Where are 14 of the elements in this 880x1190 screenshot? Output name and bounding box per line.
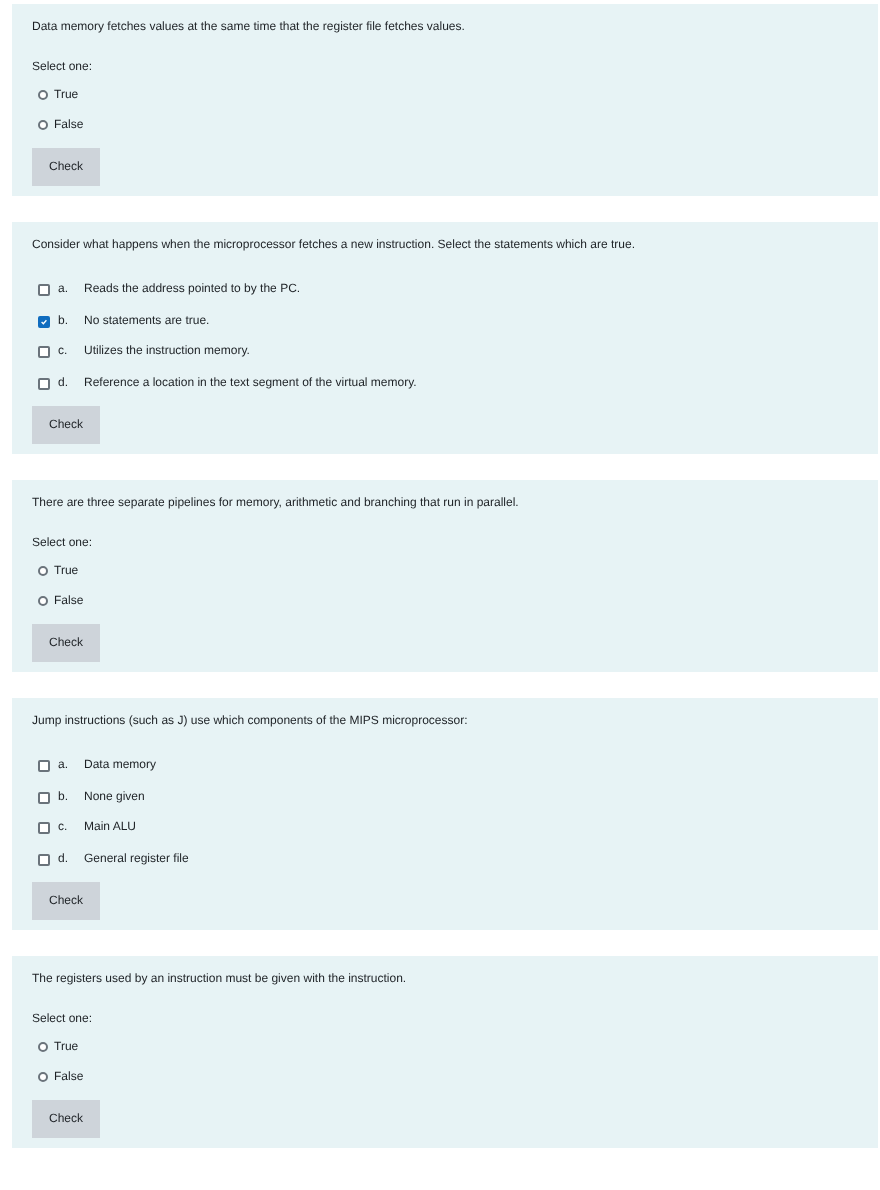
radio-button[interactable]	[38, 120, 48, 130]
checkbox[interactable]	[38, 791, 50, 803]
checkbox[interactable]	[38, 822, 50, 834]
checkbox[interactable]	[38, 284, 50, 296]
radio-button[interactable]	[38, 1042, 48, 1052]
checkbox[interactable]	[38, 377, 50, 389]
checkbox[interactable]	[38, 346, 50, 358]
radio-button[interactable]	[38, 596, 48, 606]
radio-button[interactable]	[38, 1072, 48, 1082]
checkbox[interactable]	[38, 760, 50, 772]
checkbox[interactable]	[38, 853, 50, 865]
checkbox[interactable]	[38, 315, 50, 327]
radio-button[interactable]	[38, 566, 48, 576]
radio-button[interactable]	[38, 90, 48, 100]
